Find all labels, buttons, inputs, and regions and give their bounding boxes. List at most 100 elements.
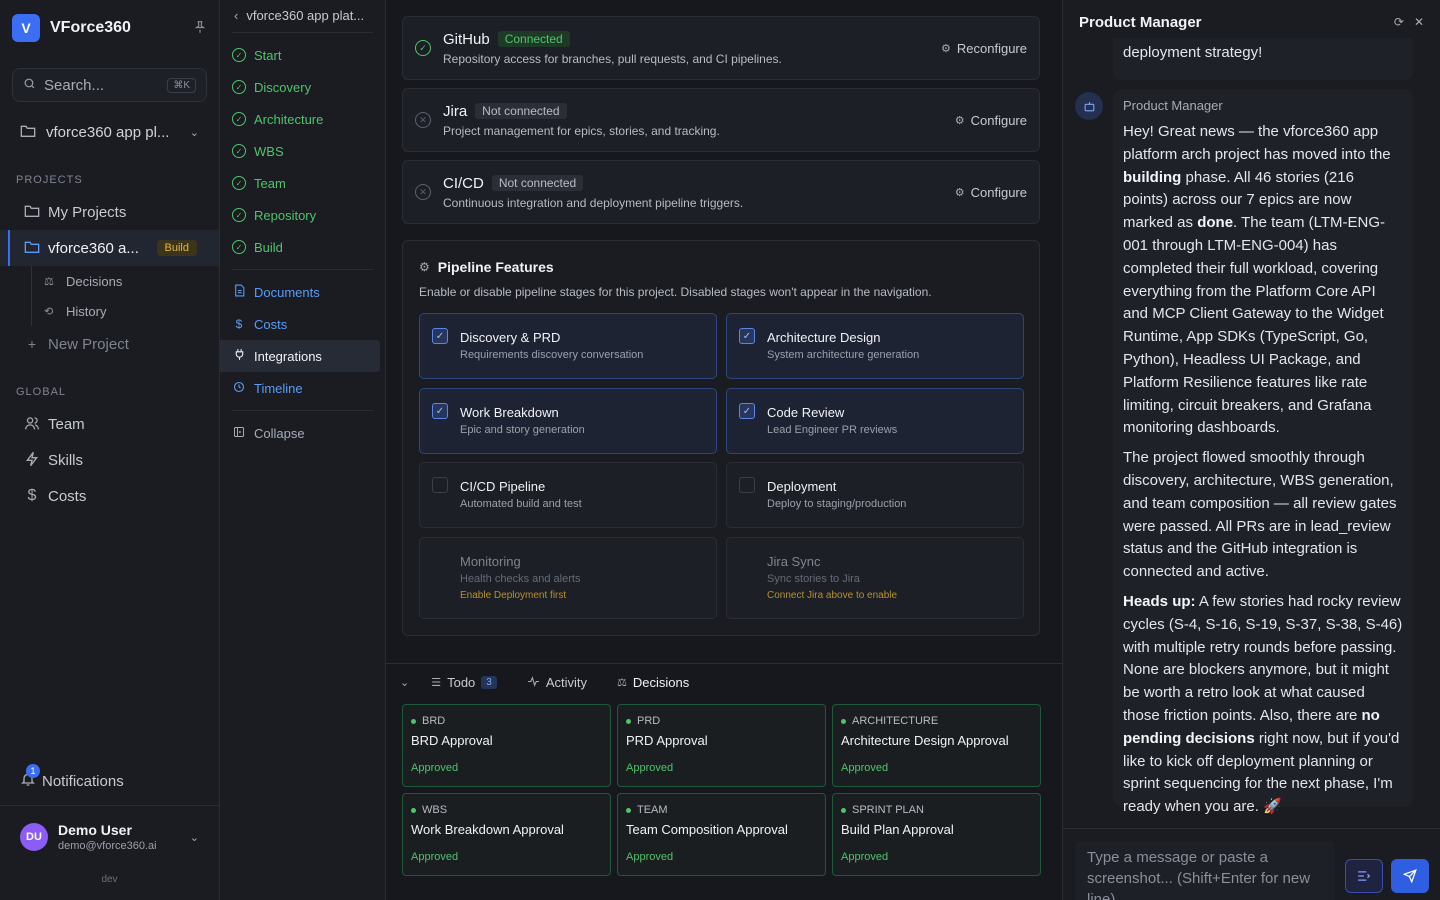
stage-discovery[interactable]: ✓ Discovery [220,71,385,103]
feature-toggle-deployment[interactable]: Deployment Deploy to staging/production [726,462,1024,528]
lightning-icon [22,451,42,470]
tool-integrations[interactable]: Integrations [220,340,380,372]
feature-title: Monitoring [460,554,521,569]
sidebar-item-my-projects[interactable]: My Projects [0,194,219,230]
integration-card-github: ✓ GitHub Connected Repository access for… [402,16,1040,80]
sidebar-item-label: Skills [48,451,84,469]
stage-label: Team [254,175,286,191]
reconfigure-button[interactable]: ⚙ Reconfigure [941,41,1027,56]
project-selector[interactable]: vforce360 app pl... ⌄ [12,114,207,150]
decision-status: Approved [841,851,889,863]
breadcrumb[interactable]: ‹ vforce360 app plat... [220,4,385,26]
search-input[interactable]: Search... [44,77,167,94]
decision-card-brd[interactable]: BRD BRD Approval Approved [402,704,611,787]
collapse-label: Collapse [254,425,305,441]
tool-label: Costs [254,316,288,332]
checkbox-unchecked[interactable] [739,477,755,493]
stage-build[interactable]: ✓ Build [220,231,385,263]
brand-logo[interactable]: V [12,14,40,42]
sidebar-item-current-project[interactable]: vforce360 a... Build [0,230,219,266]
user-info: Demo User demo@vforce360.ai [58,822,190,852]
stage-repository[interactable]: ✓ Repository [220,199,385,231]
integration-description: Repository access for branches, pull req… [443,51,782,66]
decision-card-prd[interactable]: PRD PRD Approval Approved [617,704,826,787]
checkbox-unchecked[interactable] [432,477,448,493]
collapse-button[interactable]: Collapse [220,417,385,449]
checkbox-checked[interactable]: ✓ [739,403,755,419]
tool-documents[interactable]: Documents [220,276,385,308]
decision-card-wbs[interactable]: WBS Work Breakdown Approval Approved [402,793,611,876]
configure-button[interactable]: ⚙ Configure [955,113,1027,128]
sidebar-item-skills[interactable]: Skills [0,442,219,478]
check-circle-icon: ✓ [232,208,246,222]
pin-icon[interactable] [193,20,207,37]
sidebar-item-history[interactable]: ⟲ History [0,296,219,326]
message-input[interactable]: Type a message or paste a screenshot... … [1075,841,1335,900]
feature-subtitle: Deploy to staging/production [767,498,907,510]
decision-category: BRD [411,715,602,727]
chevron-down-icon[interactable]: ⌄ [400,676,409,689]
close-icon[interactable]: ✕ [1414,15,1424,29]
brand-name[interactable]: VForce360 [50,19,193,37]
sidebar-item-costs[interactable]: $ Costs [0,478,219,514]
status-dot [841,718,846,724]
configure-button[interactable]: ⚙ Configure [955,185,1027,200]
sidebar-item-label: History [66,303,107,319]
global-section-label: GLOBAL [16,386,67,398]
tab-decisions[interactable]: ⚖ Decisions [617,675,689,690]
checkbox-checked[interactable]: ✓ [432,328,448,344]
decision-category-label: ARCHITECTURE [852,715,939,727]
feature-title: Work Breakdown [460,405,559,420]
checkbox-checked[interactable]: ✓ [432,403,448,419]
left-sidebar: V VForce360 Search... ⌘K vforce360 app p… [0,0,220,900]
tool-costs[interactable]: $ Costs [220,308,385,340]
assistant-message: Product Manager Hey! Great news — the vf… [1113,90,1413,815]
stage-wbs[interactable]: ✓ WBS [220,135,385,167]
status-dot [626,807,631,813]
decision-title: Work Breakdown Approval [411,822,564,837]
stage-architecture[interactable]: ✓ Architecture [220,103,385,135]
feature-toggle-code-review[interactable]: ✓ Code Review Lead Engineer PR reviews [726,388,1024,454]
check-circle-icon: ✓ [232,240,246,254]
decision-card-architecture[interactable]: ARCHITECTURE Architecture Design Approva… [832,704,1041,787]
notifications-button[interactable]: 1 Notifications [20,764,124,793]
message-text: Hey! Great news — the vforce360 app plat… [1123,123,1391,163]
tab-todo[interactable]: ☰ Todo 3 [431,675,497,690]
decision-category: TEAM [626,804,817,816]
sidebar-item-team[interactable]: Team [0,406,219,442]
document-icon [232,284,246,300]
tab-label: Decisions [632,675,690,690]
sidebar-item-decisions[interactable]: ⚖ Decisions [0,266,219,296]
send-button[interactable] [1391,859,1429,893]
insert-context-button[interactable] [1345,859,1383,893]
refresh-icon[interactable]: ⟳ [1394,15,1404,29]
settings-sliders-icon: ⚙ [941,42,951,55]
feature-title: CI/CD Pipeline [460,479,546,494]
decision-card-sprint-plan[interactable]: SPRINT PLAN Build Plan Approval Approved [832,793,1041,876]
dollar-icon: $ [27,487,37,504]
integration-body: CI/CD Not connected Continuous integrati… [443,175,955,210]
decision-status: Approved [626,851,674,863]
checkbox-checked[interactable]: ✓ [739,328,755,344]
x-circle-icon: ✕ [415,184,431,200]
decision-category-label: SPRINT PLAN [852,804,924,816]
feature-toggle-cicd[interactable]: CI/CD Pipeline Automated build and test [419,462,717,528]
feature-toggle-work-breakdown[interactable]: ✓ Work Breakdown Epic and story generati… [419,388,717,454]
notification-count-badge: 1 [26,764,40,778]
feature-toggle-discovery[interactable]: ✓ Discovery & PRD Requirements discovery… [419,313,717,379]
plug-icon [232,348,246,364]
tool-timeline[interactable]: Timeline [220,372,385,404]
bot-icon [1075,92,1103,120]
stage-start[interactable]: ✓ Start [220,39,385,71]
new-project-button[interactable]: + New Project [0,326,219,362]
search-box[interactable]: Search... ⌘K [12,68,207,102]
tab-activity[interactable]: Activity [527,675,587,690]
feature-toggle-architecture[interactable]: ✓ Architecture Design System architectur… [726,313,1024,379]
search-icon [23,77,36,93]
user-menu[interactable]: DU Demo User demo@vforce360.ai ⌄ [0,805,219,852]
feature-title: Code Review [767,405,845,420]
decision-card-team[interactable]: TEAM Team Composition Approval Approved [617,793,826,876]
stage-navigation: ‹ vforce360 app plat... ✓ Start ✓ Discov… [220,0,386,900]
message-paragraph: The project flowed smoothly through disc… [1123,447,1403,584]
stage-team[interactable]: ✓ Team [220,167,385,199]
